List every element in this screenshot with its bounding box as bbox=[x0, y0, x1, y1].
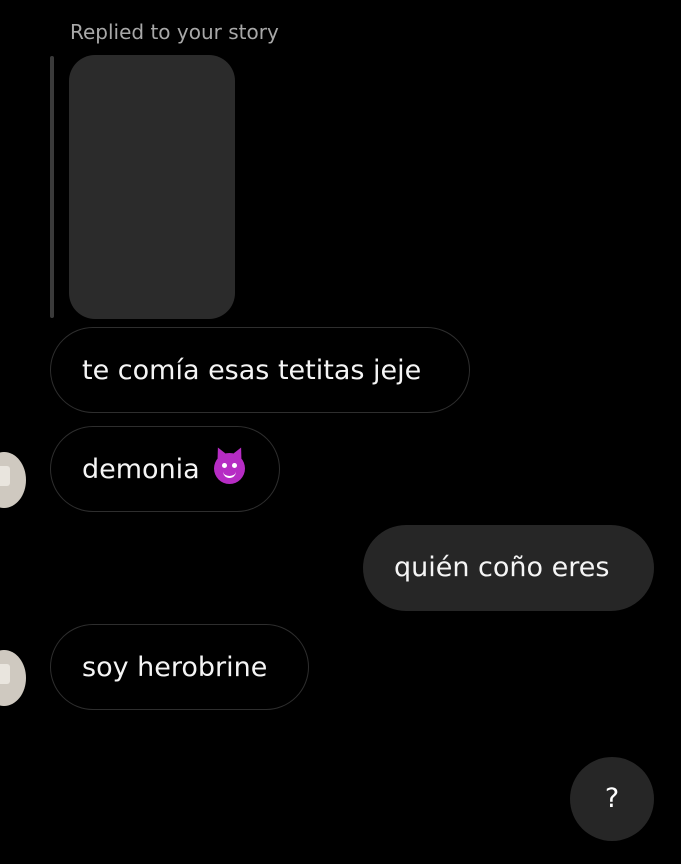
story-reply-bar bbox=[50, 56, 54, 318]
story-reply-label: Replied to your story bbox=[70, 20, 279, 44]
story-thumbnail[interactable] bbox=[69, 55, 235, 319]
message-bubble[interactable]: demonia bbox=[50, 426, 280, 512]
sender-avatar[interactable] bbox=[0, 650, 26, 706]
message-bubble[interactable]: soy herobrine bbox=[50, 624, 309, 710]
smiling-devil-emoji-icon bbox=[213, 453, 245, 484]
message-text: te comía esas tetitas jeje bbox=[82, 355, 422, 386]
message-text: quién coño eres bbox=[394, 552, 610, 583]
help-button[interactable]: ? bbox=[570, 757, 654, 841]
sender-avatar[interactable] bbox=[0, 452, 26, 508]
message-text: demonia bbox=[82, 454, 200, 485]
message-bubble[interactable]: te comía esas tetitas jeje bbox=[50, 327, 470, 413]
message-bubble-outgoing[interactable]: quién coño eres bbox=[363, 525, 654, 611]
message-text: soy herobrine bbox=[82, 652, 268, 683]
